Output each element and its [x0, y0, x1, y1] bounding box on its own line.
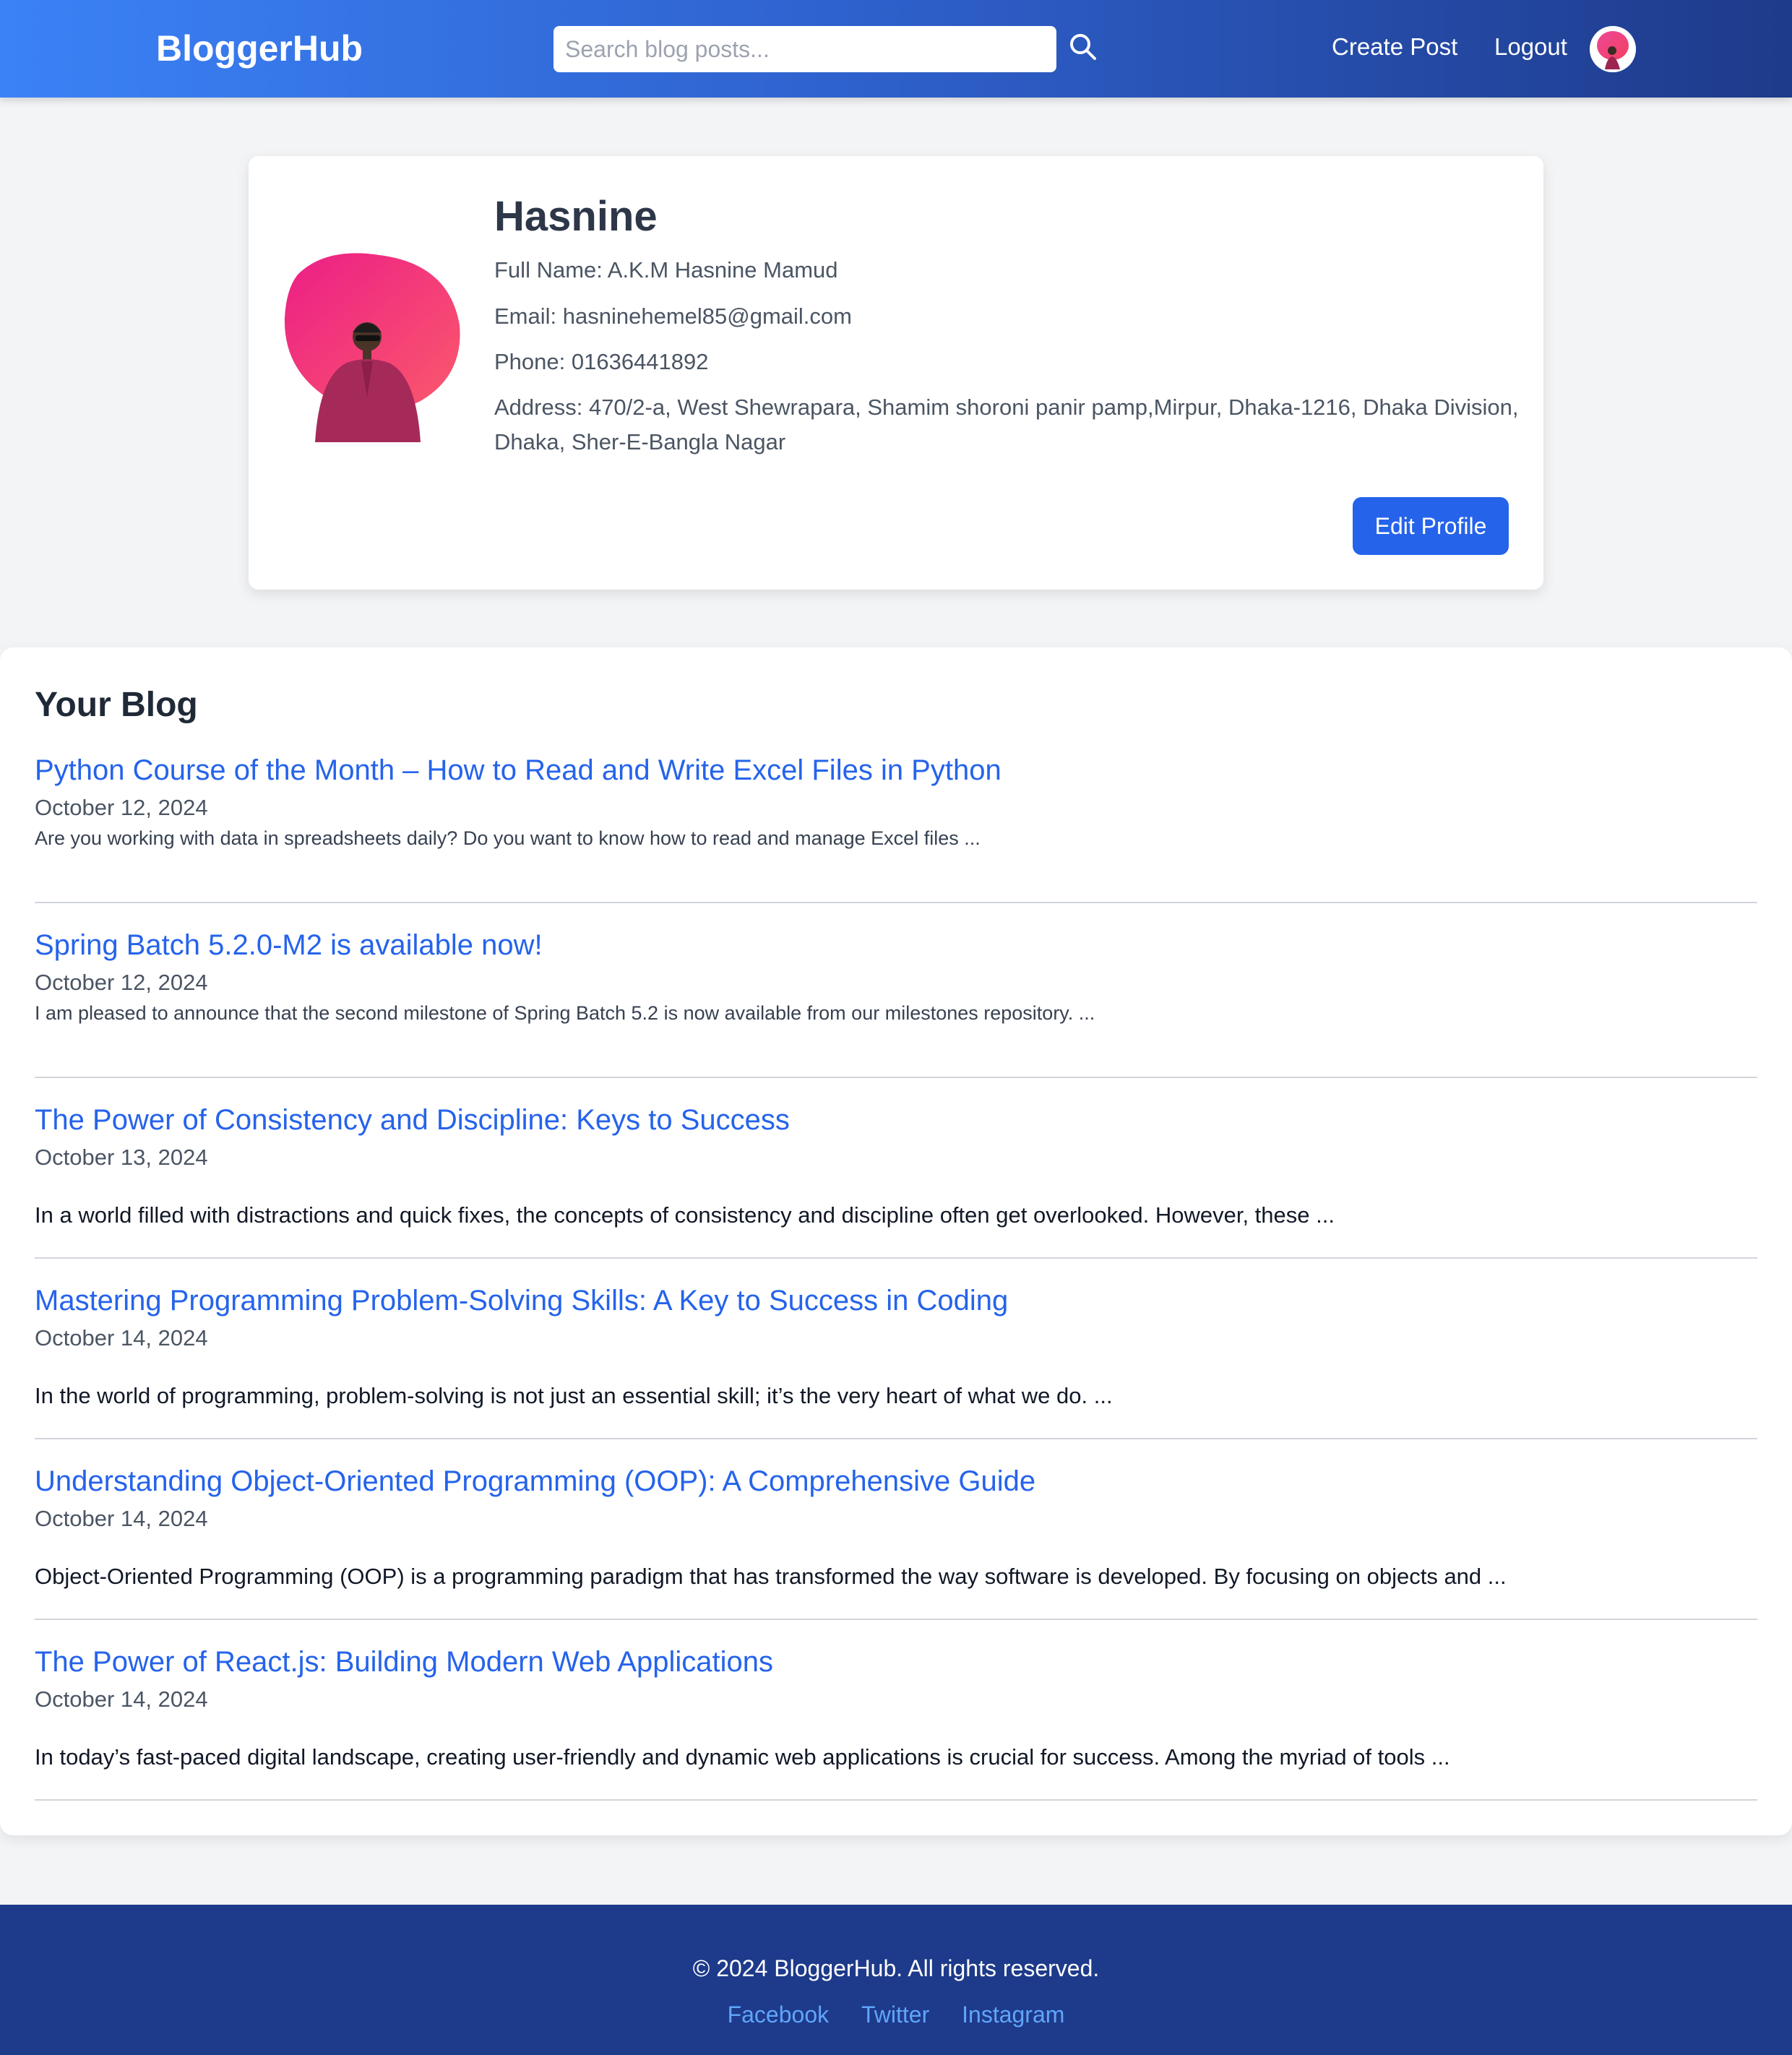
blog-post: Understanding Object-Oriented Programmin… — [35, 1465, 1757, 1620]
brand-logo[interactable]: BloggerHub — [156, 27, 363, 69]
facebook-link[interactable]: Facebook — [728, 2002, 830, 2028]
post-date: October 13, 2024 — [35, 1145, 208, 1170]
footer: © 2024 BloggerHub. All rights reserved. … — [0, 1905, 1792, 2055]
profile-phone: Phone: 01636441892 — [494, 349, 709, 374]
twitter-link[interactable]: Twitter — [861, 2002, 929, 2028]
post-excerpt: I am pleased to announce that the second… — [35, 1002, 1095, 1024]
post-title[interactable]: Understanding Object-Oriented Programmin… — [35, 1465, 1035, 1498]
post-excerpt: In a world filled with distractions and … — [35, 1202, 1335, 1228]
post-date: October 14, 2024 — [35, 1325, 208, 1350]
post-date: October 12, 2024 — [35, 970, 208, 995]
post-title[interactable]: Spring Batch 5.2.0-M2 is available now! — [35, 929, 543, 962]
profile-username: Hasnine — [494, 193, 658, 240]
blog-post: The Power of React.js: Building Modern W… — [35, 1646, 1757, 1801]
blog-heading: Your Blog — [35, 686, 198, 724]
footer-links: Facebook Twitter Instagram — [0, 2002, 1792, 2028]
profile-picture — [283, 253, 461, 445]
profile-card: Hasnine Full Name: A.K.M Hasnine Mamud E… — [249, 156, 1543, 590]
post-excerpt: In the world of programming, problem-sol… — [35, 1383, 1113, 1408]
post-title[interactable]: Python Course of the Month – How to Read… — [35, 754, 1001, 787]
profile-email: Email: hasninehemel85@gmail.com — [494, 303, 852, 329]
footer-copyright: © 2024 BloggerHub. All rights reserved. — [692, 1955, 1100, 1981]
blog-post: Python Course of the Month – How to Read… — [35, 754, 1757, 903]
post-title[interactable]: Mastering Programming Problem-Solving Sk… — [35, 1285, 1008, 1317]
instagram-link[interactable]: Instagram — [962, 2002, 1064, 2028]
blog-post: Mastering Programming Problem-Solving Sk… — [35, 1285, 1757, 1439]
avatar[interactable] — [1590, 26, 1636, 72]
post-excerpt: In today’s fast-paced digital landscape,… — [35, 1744, 1450, 1770]
blog-post: The Power of Consistency and Discipline:… — [35, 1104, 1757, 1259]
profile-address: Address: 470/2-a, West Shewrapara, Shami… — [494, 395, 1519, 454]
post-title[interactable]: The Power of React.js: Building Modern W… — [35, 1646, 773, 1679]
blog-post: Spring Batch 5.2.0-M2 is available now! … — [35, 929, 1757, 1078]
post-date: October 14, 2024 — [35, 1686, 208, 1712]
search-icon[interactable] — [1068, 32, 1098, 62]
logout-link[interactable]: Logout — [1494, 33, 1567, 61]
post-title[interactable]: The Power of Consistency and Discipline:… — [35, 1104, 790, 1137]
post-date: October 14, 2024 — [35, 1506, 208, 1531]
post-excerpt: Object-Oriented Programming (OOP) is a p… — [35, 1564, 1507, 1589]
navbar: BloggerHub Create Post Logout — [0, 0, 1792, 98]
edit-profile-button[interactable]: Edit Profile — [1353, 497, 1509, 555]
search-input[interactable] — [553, 26, 1056, 72]
post-excerpt: Are you working with data in spreadsheet… — [35, 827, 981, 849]
profile-full-name: Full Name: A.K.M Hasnine Mamud — [494, 257, 838, 283]
post-date: October 12, 2024 — [35, 795, 208, 820]
create-post-link[interactable]: Create Post — [1332, 33, 1457, 61]
blog-section: Your Blog Python Course of the Month – H… — [0, 647, 1792, 1835]
